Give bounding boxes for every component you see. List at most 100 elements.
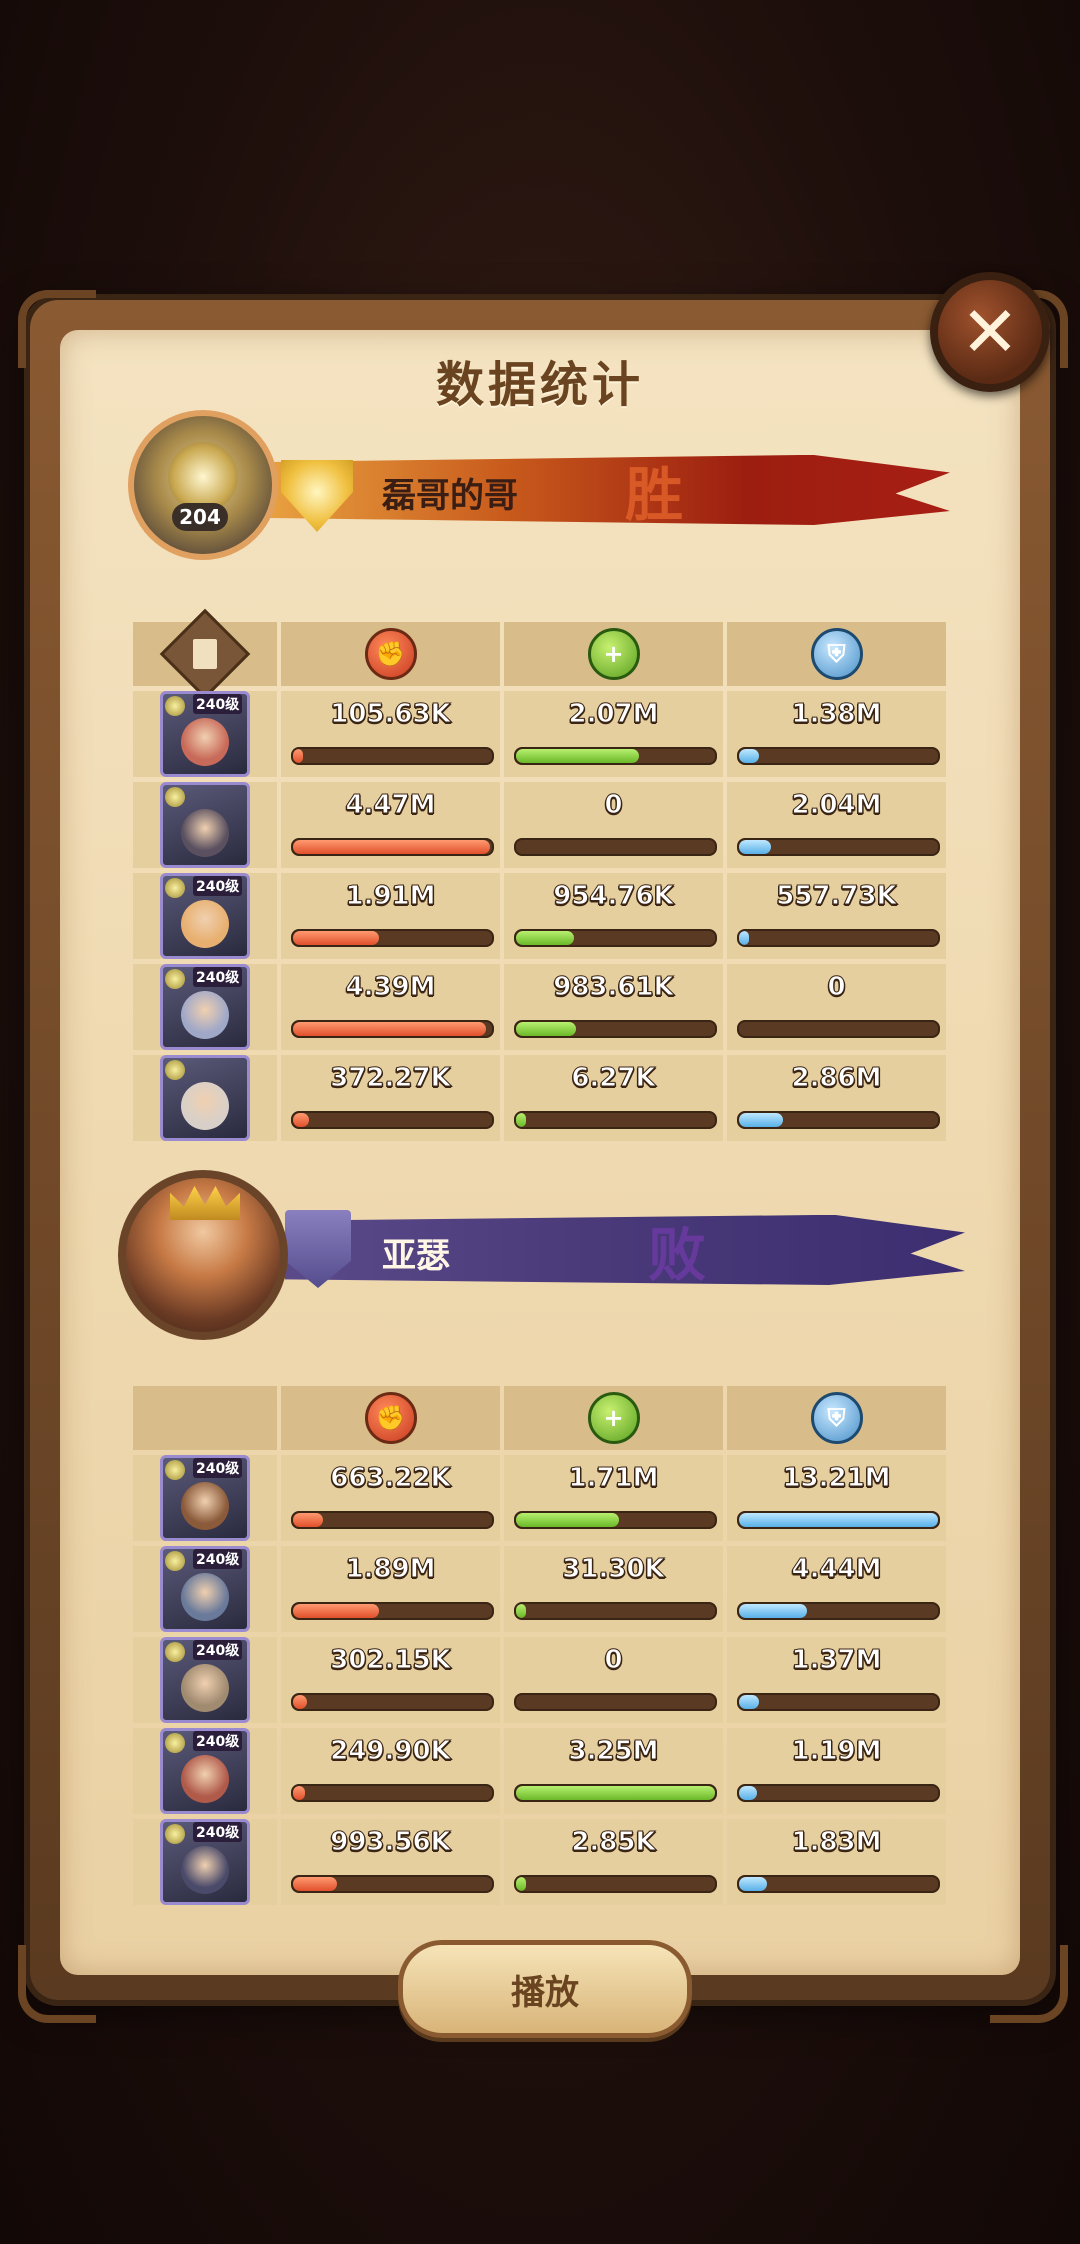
damage-value: 1.91M: [345, 881, 436, 912]
heal-value: 0: [604, 790, 623, 821]
hero-level: 240级: [193, 1458, 243, 1478]
shield-value: 4.44M: [791, 1554, 882, 1585]
damage-bar: [291, 1875, 494, 1893]
damage-value: 372.27K: [330, 1063, 451, 1094]
heal-icon: +: [587, 1392, 640, 1444]
result-label: 胜: [625, 461, 684, 529]
heal-bar: [514, 1511, 717, 1529]
heal-bar: [514, 747, 717, 765]
shield-icon: ⛨: [810, 628, 863, 680]
hero-face-icon: [181, 1482, 229, 1530]
opponent-avatar[interactable]: [118, 1170, 288, 1340]
team2-stats-table: ✊ + ⛨ 240级 663.22K 1.71M 13.21M 240级 1.8…: [133, 1386, 948, 1905]
hero-portrait[interactable]: [160, 782, 250, 868]
damage-value: 105.63K: [330, 699, 451, 730]
heal-value: 2.07M: [568, 699, 659, 730]
heal-bar-fill: [516, 1513, 620, 1527]
damage-bar-fill: [293, 1786, 305, 1800]
hero-portrait[interactable]: 240级: [160, 1728, 250, 1814]
shield-value: 557.73K: [776, 881, 897, 912]
frame-corner: [990, 1945, 1068, 2023]
heal-bar-fill: [516, 749, 640, 763]
hero-face-icon: [181, 1664, 229, 1712]
damage-value: 4.39M: [345, 972, 436, 1003]
player-name: 磊哥的哥: [382, 476, 518, 516]
table-row: 240级 993.56K 2.85K 1.83M: [133, 1819, 948, 1905]
hero-level: 240级: [193, 967, 243, 987]
rank-gem-icon: [165, 787, 185, 807]
heal-bar: [514, 1875, 717, 1893]
shield-value: 1.38M: [791, 699, 882, 730]
heal-bar: [514, 1020, 717, 1038]
damage-bar-fill: [293, 931, 379, 945]
heal-bar: [514, 1602, 717, 1620]
opponent-name: 亚瑟: [382, 1236, 450, 1276]
hero-portrait[interactable]: 240级: [160, 1637, 250, 1723]
table-row: 240级 1.89M 31.30K 4.44M: [133, 1546, 948, 1632]
damage-bar: [291, 838, 494, 856]
heal-bar-fill: [516, 1877, 526, 1891]
shield-value: 2.04M: [791, 790, 882, 821]
shield-value: 1.37M: [791, 1645, 882, 1676]
hero-portrait[interactable]: [160, 1055, 250, 1141]
heal-bar: [514, 1784, 717, 1802]
shield-bar: [737, 838, 940, 856]
heal-bar-fill: [516, 1604, 526, 1618]
damage-value: 993.56K: [330, 1827, 451, 1858]
rank-gem-icon: [165, 1460, 185, 1480]
damage-bar-fill: [293, 1022, 487, 1036]
heal-bar: [514, 1693, 717, 1711]
damage-icon: ✊: [364, 628, 417, 680]
rank-gem-icon: [165, 696, 185, 716]
shield-value: 0: [827, 972, 846, 1003]
hero-portrait[interactable]: 240级: [160, 873, 250, 959]
heal-value: 0: [604, 1645, 623, 1676]
hero-portrait[interactable]: 240级: [160, 691, 250, 777]
damage-bar-fill: [293, 1877, 337, 1891]
table-row: 240级 249.90K 3.25M 1.19M: [133, 1728, 948, 1814]
shield-bar-fill: [739, 1604, 807, 1618]
shield-bar-fill: [739, 749, 759, 763]
heal-value: 3.25M: [568, 1736, 659, 1767]
damage-value: 663.22K: [330, 1463, 451, 1494]
shield-value: 1.19M: [791, 1736, 882, 1767]
shield-bar-fill: [739, 1513, 938, 1527]
heal-value: 1.71M: [568, 1463, 659, 1494]
damage-bar: [291, 1111, 494, 1129]
rank-gem-icon: [165, 1824, 185, 1844]
damage-bar-fill: [293, 1113, 309, 1127]
hero-portrait[interactable]: 240级: [160, 1546, 250, 1632]
heal-value: 2.85K: [571, 1827, 656, 1858]
shield-bar: [737, 1020, 940, 1038]
damage-value: 249.90K: [330, 1736, 451, 1767]
shield-bar-fill: [739, 1877, 767, 1891]
damage-bar: [291, 1020, 494, 1038]
damage-value: 302.15K: [330, 1645, 451, 1676]
shield-value: 1.83M: [791, 1827, 882, 1858]
heal-bar: [514, 1111, 717, 1129]
heal-value: 31.30K: [562, 1554, 665, 1585]
team1-stats-table: ✊ + ⛨ 240级 105.63K 2.07M 1.38M 4.47M 0 2…: [133, 608, 948, 1141]
table-header: ✊ + ⛨: [133, 608, 948, 700]
damage-bar: [291, 1693, 494, 1711]
player-avatar[interactable]: [128, 410, 278, 560]
frame-corner: [18, 1945, 96, 2023]
rank-gem-icon: [165, 878, 185, 898]
document-icon[interactable]: [159, 608, 251, 700]
shield-bar: [737, 1111, 940, 1129]
hero-face-icon: [181, 1573, 229, 1621]
play-button[interactable]: 播放: [398, 1940, 692, 2038]
avatar-emblem-icon: [168, 442, 238, 512]
rank-gem-icon: [165, 1733, 185, 1753]
damage-bar: [291, 1511, 494, 1529]
close-button[interactable]: ✕: [930, 272, 1050, 392]
hero-level: 240级: [193, 1549, 243, 1569]
result-label: 败: [648, 1221, 707, 1289]
heal-value: 954.76K: [553, 881, 674, 912]
hero-portrait[interactable]: 240级: [160, 1819, 250, 1905]
hero-portrait[interactable]: 240级: [160, 1455, 250, 1541]
heal-bar-fill: [516, 1786, 715, 1800]
hero-level: 240级: [193, 694, 243, 714]
hero-portrait[interactable]: 240级: [160, 964, 250, 1050]
heal-bar: [514, 838, 717, 856]
